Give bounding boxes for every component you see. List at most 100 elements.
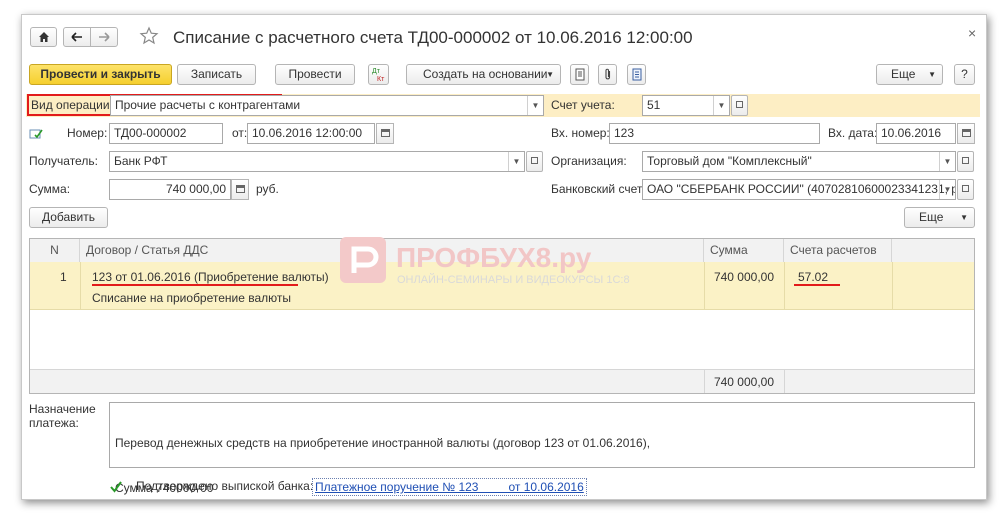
row-number: 1 (60, 270, 67, 284)
chevron-down-icon: ▼ (546, 70, 554, 79)
bank-account-select[interactable]: ОАО "СБЕРБАНК РОССИИ" (40702810600023341… (642, 179, 956, 200)
dt-kt-button[interactable]: Дт Кт (368, 64, 389, 85)
account-open-button[interactable] (731, 95, 748, 116)
operation-type-select[interactable]: Прочие расчеты с контрагентами ▼ (110, 95, 544, 116)
table-more-button[interactable]: Еще ▼ (904, 207, 975, 228)
save-button[interactable]: Записать (177, 64, 256, 85)
row-article[interactable]: Списание на приобретение валюты (92, 290, 291, 306)
account-select[interactable]: 51 ▼ (642, 95, 730, 116)
chevron-down-icon: ▼ (508, 152, 524, 171)
account-value: 51 (647, 98, 661, 112)
calendar-icon[interactable] (376, 123, 394, 144)
contract-red-underline (92, 284, 298, 286)
organization-label: Организация: (551, 154, 627, 168)
date-from-label: от: (232, 126, 248, 140)
column-divider (704, 370, 705, 393)
organization-value: Торговый дом "Комплексный" (647, 154, 812, 168)
home-button[interactable] (30, 27, 57, 47)
operation-type-value: Прочие расчеты с контрагентами (115, 98, 301, 112)
document-window: Списание с расчетного счета ТД00-000002 … (21, 14, 987, 500)
row-account[interactable]: 57.02 (798, 269, 828, 285)
document-status-icon (29, 128, 43, 140)
chevron-down-icon: ▼ (527, 96, 543, 115)
document-icon (575, 68, 584, 81)
incoming-number-input[interactable]: 123 (609, 123, 820, 144)
column-divider (80, 262, 81, 309)
post-button[interactable]: Провести (275, 64, 355, 85)
incoming-number-label: Вх. номер: (551, 126, 610, 140)
payment-purpose-label: Назначение платежа: (29, 402, 96, 430)
column-divider (892, 262, 893, 309)
sum-input[interactable]: 740 000,00 (109, 179, 231, 200)
report-list-button[interactable] (627, 64, 646, 85)
create-based-on-label: Создать на основании (423, 67, 548, 81)
chevron-down-icon: ▼ (960, 213, 968, 222)
row-sum[interactable]: 740 000,00 (704, 269, 774, 285)
column-divider (784, 262, 785, 309)
operation-type-label: Вид операции: (31, 98, 113, 112)
table-row[interactable]: 1 123 от 01.06.2016 (Приобретение валюты… (30, 262, 974, 310)
row-contract[interactable]: 123 от 01.06.2016 (Приобретение валюты) (92, 269, 329, 285)
bank-confirmed-checkbox[interactable] (109, 480, 123, 494)
column-header-n[interactable]: N (30, 239, 80, 262)
table-total-sum: 740 000,00 (713, 375, 774, 389)
home-icon (38, 32, 49, 42)
paperclip-icon (604, 68, 610, 80)
number-label: Номер: (67, 126, 108, 140)
create-based-on-button[interactable]: Создать на основании ▼ (406, 64, 561, 85)
column-header-contract[interactable]: Договор / Статья ДДС (80, 239, 704, 262)
svg-text:Дт: Дт (372, 68, 381, 75)
payment-order-link[interactable]: Платежное поручение № 123 от 10.06.2016 (312, 478, 587, 496)
chevron-down-icon: ▼ (939, 152, 955, 171)
print-doc-button[interactable] (570, 64, 589, 85)
dt-kt-icon: Дт Кт (372, 68, 385, 83)
forward-button[interactable] (90, 27, 118, 47)
arrow-right-icon (99, 32, 110, 42)
payment-purpose-textarea[interactable]: Перевод денежных средств на приобретение… (109, 402, 975, 495)
svg-text:Кт: Кт (377, 76, 385, 82)
back-button[interactable] (63, 27, 91, 47)
table-more-label: Еще (919, 210, 944, 224)
incoming-date-label: Вх. дата: (828, 126, 878, 140)
post-and-close-button[interactable]: Провести и закрыть (29, 64, 172, 85)
organization-select[interactable]: Торговый дом "Комплексный" ▼ (642, 151, 956, 172)
recipient-open-button[interactable] (526, 151, 543, 172)
column-divider (704, 262, 705, 309)
number-input[interactable]: ТД00-000002 (109, 123, 223, 144)
arrow-left-icon (71, 32, 82, 42)
recipient-select[interactable]: Банк РФТ ▼ (109, 151, 525, 172)
document-title: Списание с расчетного счета ТД00-000002 … (173, 28, 693, 47)
add-row-button[interactable]: Добавить (29, 207, 108, 228)
sum-label: Сумма: (29, 182, 71, 196)
date-input[interactable]: 10.06.2016 12:00:00 (247, 123, 375, 144)
bank-account-value: ОАО "СБЕРБАНК РОССИИ" (40702810600023341… (647, 182, 956, 196)
attach-file-button[interactable] (598, 64, 617, 85)
payment-purpose-line1: Перевод денежных средств на приобретение… (115, 436, 651, 450)
calculator-icon[interactable] (231, 179, 249, 200)
incoming-date-input[interactable]: 10.06.2016 (876, 123, 956, 144)
chevron-down-icon: ▼ (928, 70, 936, 79)
currency-label: руб. (256, 182, 279, 196)
bank-account-open-button[interactable] (957, 179, 974, 200)
recipient-label: Получатель: (29, 154, 98, 168)
column-header-sum[interactable]: Сумма (704, 239, 784, 262)
calendar-icon[interactable] (957, 123, 975, 144)
column-header-accounts[interactable]: Счета расчетов (784, 239, 892, 262)
table-header: N Договор / Статья ДДС Сумма Счета расче… (30, 239, 974, 263)
organization-open-button[interactable] (957, 151, 974, 172)
list-report-icon (632, 68, 641, 81)
chevron-down-icon: ▼ (713, 96, 729, 115)
account-label: Счет учета: (551, 98, 615, 112)
more-actions-button[interactable]: Еще ▼ (876, 64, 943, 85)
help-button[interactable]: ? (954, 64, 975, 85)
recipient-value: Банк РФТ (114, 154, 168, 168)
decoding-table: N Договор / Статья ДДС Сумма Счета расче… (29, 238, 975, 394)
column-divider (784, 370, 785, 393)
close-icon[interactable]: × (968, 25, 976, 41)
checkmark-icon (110, 481, 122, 493)
payment-purpose-label-line1: Назначение (29, 402, 96, 416)
favorite-star-icon[interactable] (139, 26, 161, 48)
more-actions-label: Еще (891, 67, 916, 81)
bank-account-label: Банковский счет: (551, 182, 646, 196)
payment-purpose-label-line2: платежа: (29, 416, 79, 430)
